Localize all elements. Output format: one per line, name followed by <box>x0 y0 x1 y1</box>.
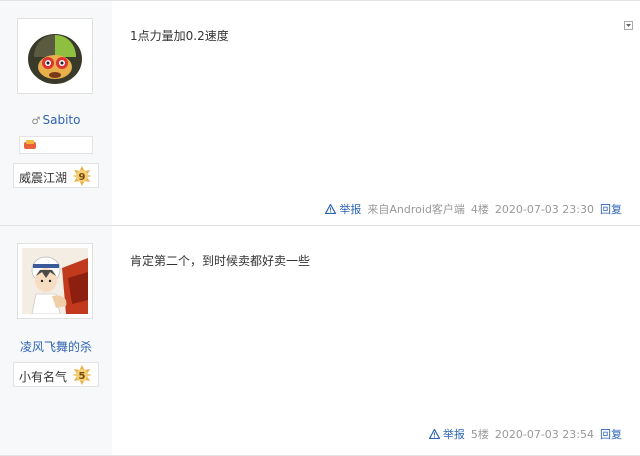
report-link[interactable]: 举报 <box>325 201 361 217</box>
post-time: 2020-07-03 23:30 <box>494 202 594 216</box>
level-box[interactable]: 小有名气 5 <box>13 362 99 387</box>
avatar-image <box>22 248 88 314</box>
dropdown-icon[interactable] <box>624 21 633 30</box>
level-number: 5 <box>79 371 86 382</box>
avatar[interactable] <box>17 243 93 319</box>
post-source[interactable]: 来自Android客户端 <box>367 201 465 217</box>
post-footer: 举报 5楼 2020-07-03 23:54 回复 <box>428 426 622 442</box>
author-sidebar: 凌风飞舞的杀 小有名气 5 <box>0 226 112 455</box>
post-floor-5: 凌风飞舞的杀 小有名气 5 肯定第二个，到时候卖都好卖一些 举报 5楼 2020… <box>0 225 640 456</box>
level-number: 9 <box>79 172 86 183</box>
reply-button[interactable]: 回复 <box>600 201 622 217</box>
post-floor-4: ♂ Sabito 威震江湖 9 1点力量加0.2速度 举报 来自Android客… <box>0 0 640 225</box>
author-sidebar: ♂ Sabito 威震江湖 9 <box>0 1 112 225</box>
post-content: 肯定第二个，到时候卖都好卖一些 <box>130 254 311 268</box>
level-box[interactable]: 威震江湖 9 <box>13 163 99 188</box>
level-badge-icon: 5 <box>72 365 92 385</box>
avatar-image <box>22 23 88 89</box>
post-footer: 举报 来自Android客户端 4楼 2020-07-03 23:30 回复 <box>325 201 622 217</box>
username[interactable]: 凌风飞舞的杀 <box>0 338 112 355</box>
warning-icon <box>428 429 440 439</box>
warning-icon <box>325 204 337 214</box>
floor-number: 5楼 <box>470 428 489 441</box>
medal-icon <box>24 140 36 149</box>
avatar[interactable] <box>17 18 93 94</box>
username[interactable]: ♂ Sabito <box>0 113 112 127</box>
post-content: 1点力量加0.2速度 <box>130 29 229 43</box>
male-icon: ♂ <box>31 116 41 127</box>
username-text: Sabito <box>42 113 81 127</box>
level-title: 小有名气 <box>19 370 68 384</box>
level-title: 威震江湖 <box>19 171 68 185</box>
level-badge-icon: 9 <box>72 166 92 186</box>
report-label: 举报 <box>442 428 465 441</box>
report-link[interactable]: 举报 <box>428 426 465 442</box>
reply-button[interactable]: 回复 <box>600 426 622 442</box>
floor-number: 4楼 <box>470 203 489 216</box>
post-time: 2020-07-03 23:54 <box>494 427 594 441</box>
medal-box <box>19 136 93 154</box>
report-label: 举报 <box>339 203 362 216</box>
